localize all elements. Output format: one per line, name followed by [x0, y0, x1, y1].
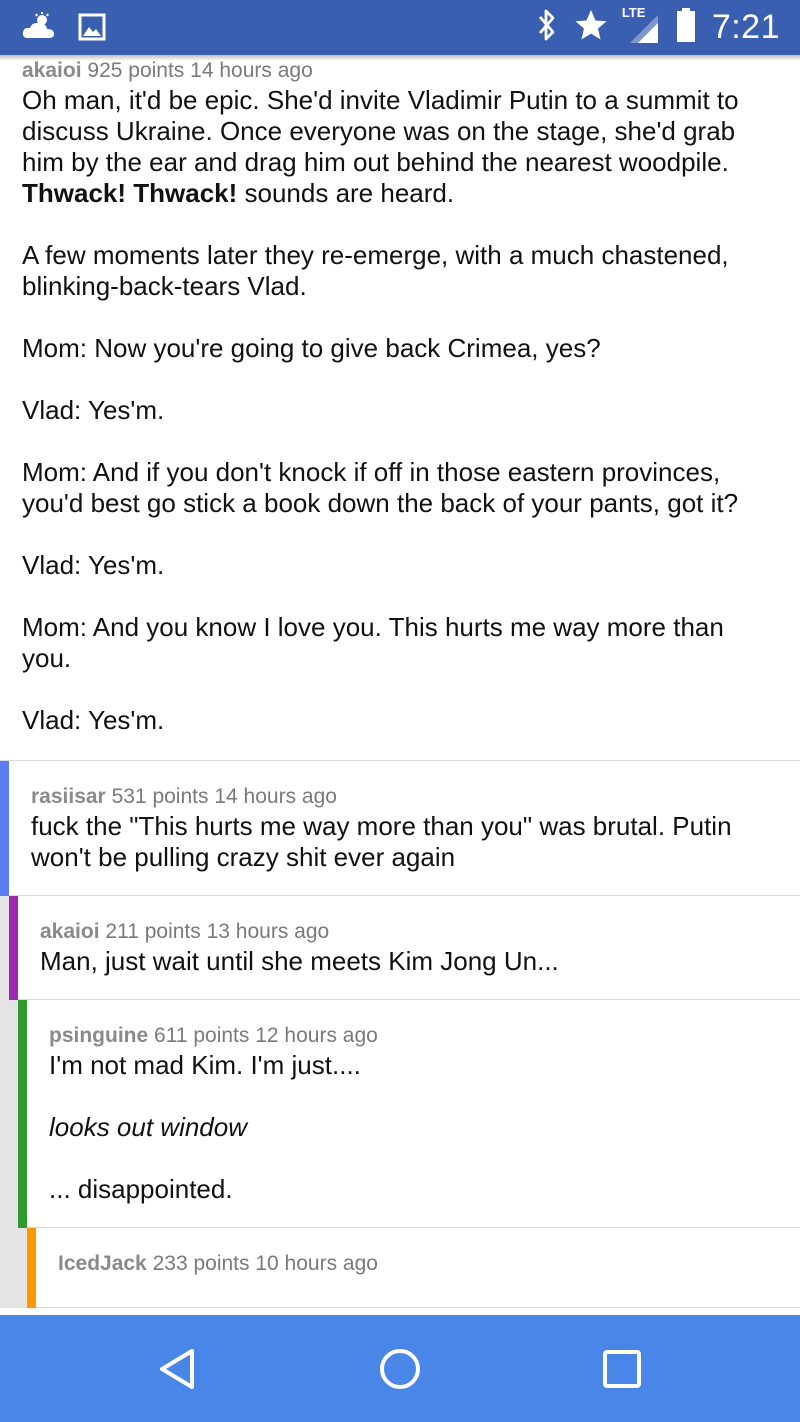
comment-meta: rasiisar 531 points 14 hours ago: [31, 783, 780, 811]
comment-points: 531 points: [111, 785, 209, 808]
image-icon: [78, 13, 106, 46]
comment-paragraph: Man, just wait until she meets Kim Jong …: [40, 946, 559, 976]
comment-points: 925 points: [87, 59, 185, 82]
comment-points: 211 points: [105, 920, 201, 943]
status-bar-shadow: [0, 55, 800, 61]
comment-body: Oh man, it'd be epic. She'd invite Vladi…: [22, 85, 780, 736]
comment-time: 14 hours ago: [214, 785, 337, 808]
comment-time: 13 hours ago: [206, 920, 330, 943]
comment-paragraph: Mom: Now you're going to give back Crime…: [22, 333, 601, 363]
comment-meta: akaioi 925 points 14 hours ago: [22, 57, 780, 85]
comment-body: Man, just wait until she meets Kim Jong …: [40, 946, 780, 977]
back-icon: [160, 1349, 194, 1389]
comment-italic-text: looks out window: [49, 1112, 247, 1142]
comment-author[interactable]: IcedJack: [58, 1252, 147, 1275]
depth-indicator-bar: [9, 896, 18, 1000]
star-icon: [574, 8, 608, 47]
thread-gutter: [0, 1000, 18, 1228]
depth-indicator-bar: [0, 761, 9, 896]
thread-gutter: [0, 1228, 27, 1308]
back-button[interactable]: [154, 1345, 202, 1393]
comment-paragraph: Oh man, it'd be epic. She'd invite Vladi…: [22, 85, 780, 209]
comment-paragraph: Mom: And if you don't knock if off in th…: [22, 457, 739, 518]
comment-paragraph: A few moments later they re-emerge, with…: [22, 240, 729, 301]
comment-body: fuck the "This hurts me way more than yo…: [31, 811, 780, 873]
comment-bold-text: Thwack! Thwack!: [22, 178, 238, 208]
recents-icon: [603, 1350, 641, 1388]
comment-time: 10 hours ago: [255, 1252, 378, 1275]
comment[interactable]: rasiisar 531 points 14 hours ago fuck th…: [0, 761, 800, 896]
comment-author[interactable]: akaioi: [22, 59, 82, 82]
comment-paragraph: looks out window: [49, 1112, 780, 1143]
comment[interactable]: akaioi 211 points 13 hours ago Man, just…: [0, 896, 800, 1000]
home-button[interactable]: [376, 1345, 424, 1393]
comment[interactable]: psinguine 611 points 12 hours ago I'm no…: [0, 1000, 800, 1228]
comment-points: 611 points: [154, 1024, 250, 1047]
bluetooth-icon: [536, 8, 558, 47]
comment-paragraph: Vlad: Yes'm.: [22, 550, 165, 580]
comment[interactable]: akaioi 925 points 14 hours ago Oh man, i…: [0, 55, 800, 761]
thread-gutter: [0, 896, 9, 1000]
home-icon: [380, 1349, 420, 1389]
signal-icon: LTE: [622, 5, 660, 45]
depth-indicator-bar: [18, 1000, 27, 1228]
comment-points: 233 points: [152, 1252, 250, 1275]
weather-icon: [22, 12, 56, 47]
comment-time: 12 hours ago: [255, 1024, 378, 1047]
comment-paragraph: Mom: And you know I love you. This hurts…: [22, 612, 724, 673]
navigation-bar: [0, 1315, 800, 1422]
comment-text: sounds are heard.: [237, 178, 455, 208]
comment-author[interactable]: akaioi: [40, 920, 100, 943]
clock: 7:21: [711, 7, 780, 46]
status-bar: LTE 7:21: [0, 0, 800, 55]
comment-meta: akaioi 211 points 13 hours ago: [40, 918, 780, 946]
comment-thread[interactable]: akaioi 925 points 14 hours ago Oh man, i…: [0, 55, 800, 1315]
comment-paragraph: I'm not mad Kim. I'm just....: [49, 1050, 361, 1080]
comment-meta: IcedJack 233 points 10 hours ago: [58, 1250, 780, 1278]
comment-paragraph: ... disappointed.: [49, 1174, 233, 1204]
comment-author[interactable]: rasiisar: [31, 785, 106, 808]
comment-text: Oh man, it'd be epic. She'd invite Vladi…: [22, 85, 739, 177]
comment[interactable]: IcedJack 233 points 10 hours ago: [0, 1228, 800, 1308]
comment-paragraph: fuck the "This hurts me way more than yo…: [31, 811, 732, 872]
comment-author[interactable]: psinguine: [49, 1024, 148, 1047]
comment-body: I'm not mad Kim. I'm just.... looks out …: [49, 1050, 780, 1205]
recents-button[interactable]: [598, 1345, 646, 1393]
battery-icon: [676, 7, 696, 48]
network-type-label: LTE: [621, 5, 646, 20]
comment-paragraph: Vlad: Yes'm.: [22, 705, 165, 735]
comment-time: 14 hours ago: [190, 59, 313, 82]
comment-paragraph: Vlad: Yes'm.: [22, 395, 165, 425]
depth-indicator-bar: [27, 1228, 36, 1308]
comment-meta: psinguine 611 points 12 hours ago: [49, 1022, 780, 1050]
